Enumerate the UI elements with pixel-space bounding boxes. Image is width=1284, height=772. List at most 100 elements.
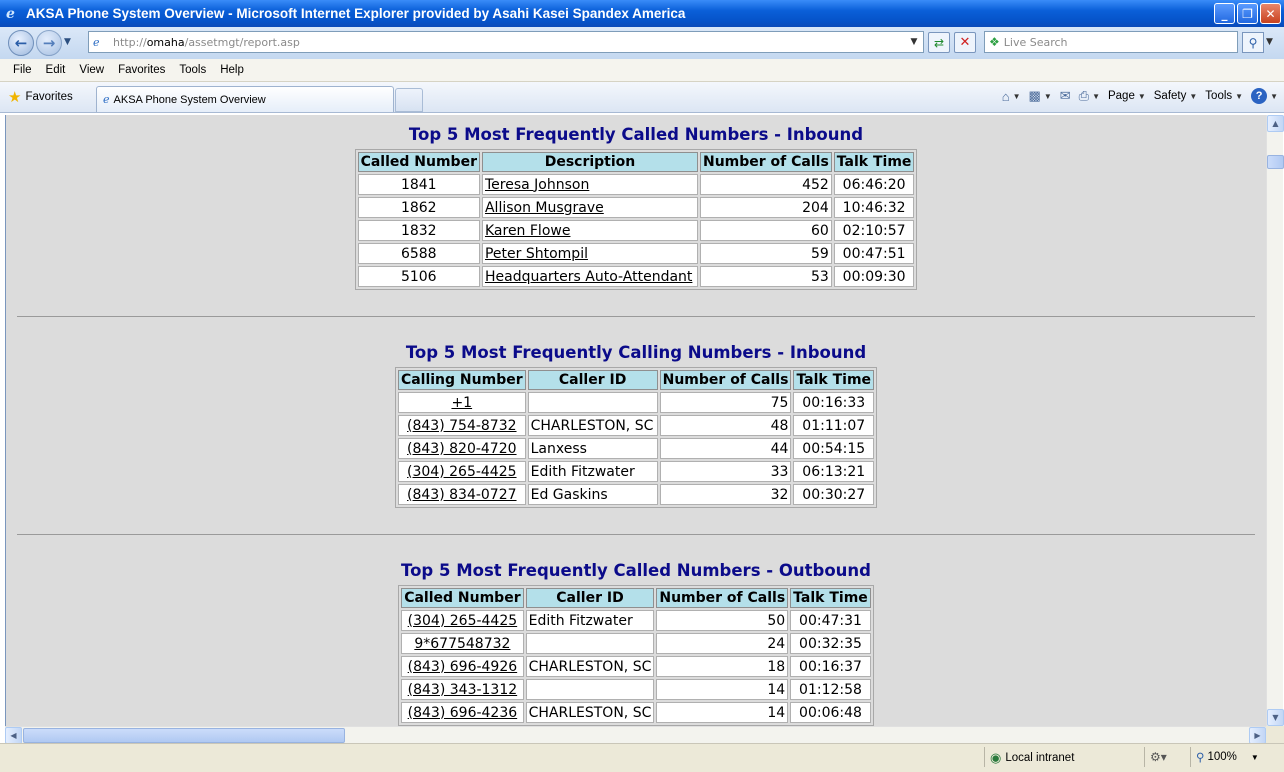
search-button[interactable]: ⚲	[1242, 32, 1264, 53]
chevron-right-icon: ▶	[1254, 731, 1261, 740]
tools-menu-button[interactable]: Tools ▼	[1205, 90, 1243, 102]
url-path: /assetmgt/report.asp	[184, 35, 300, 49]
menu-tools[interactable]: Tools	[172, 64, 213, 76]
search-options-dropdown[interactable]: ▼	[1266, 37, 1273, 47]
column-header: Description	[481, 152, 698, 172]
table-cell: (843) 834-0727	[397, 484, 526, 505]
table-row: (843) 834-0727 Ed Gaskins 32 00:30:27	[397, 484, 875, 505]
search-input[interactable]: ❖ Live Search	[984, 31, 1238, 53]
zoom-icon: ⚲	[1196, 752, 1205, 764]
section-title: Top 5 Most Frequently Called Numbers - I…	[408, 125, 864, 144]
horizontal-scrollbar[interactable]: ◀ ▶	[5, 726, 1266, 744]
section-title: Top 5 Most Frequently Calling Numbers - …	[405, 343, 867, 362]
refresh-button[interactable]: ⇄	[928, 32, 950, 53]
table-cell: (843) 696-4236	[401, 702, 524, 723]
table-cell: 53	[699, 266, 832, 287]
home-button[interactable]: ⌂ ▼	[1002, 89, 1021, 104]
phone-number-link[interactable]: 9*677548732	[414, 636, 510, 652]
page-content[interactable]: Top 5 Most Frequently Called Numbers - I…	[5, 115, 1266, 726]
table-cell: 14	[656, 702, 789, 723]
chevron-down-icon: ▼	[1250, 752, 1259, 762]
table-cell: 00:09:30	[833, 266, 915, 287]
table-header-row: Calling Number Caller ID Number of Calls…	[397, 370, 875, 390]
zoom-control[interactable]: ⚲ 100% ▼	[1196, 750, 1259, 764]
phone-number-link[interactable]: (843) 834-0727	[407, 487, 517, 503]
column-header: Talk Time	[790, 588, 871, 608]
column-header: Number of Calls	[699, 152, 832, 172]
report-section-called-outbound: Top 5 Most Frequently Called Numbers - O…	[6, 561, 1266, 726]
table-cell: (304) 265-4425	[401, 610, 524, 631]
table-cell: 32	[659, 484, 792, 505]
phone-number-link[interactable]: (843) 696-4236	[408, 705, 518, 721]
chevron-up-icon: ▲	[1272, 119, 1279, 128]
report-table: Called Number Description Number of Call…	[354, 149, 918, 290]
table-cell: (304) 265-4425	[397, 461, 526, 482]
table-cell: Allison Musgrave	[481, 197, 698, 218]
mail-icon: ✉	[1059, 88, 1071, 103]
table-cell: 10:46:32	[833, 197, 915, 218]
address-input[interactable]: e http://omaha/assetmgt/report.asp ▼	[88, 31, 924, 53]
restore-button[interactable]: ❐	[1237, 3, 1258, 24]
table-cell: 33	[659, 461, 792, 482]
search-placeholder: Live Search	[1003, 35, 1068, 49]
safety-menu-button[interactable]: Safety ▼	[1154, 90, 1198, 102]
phone-number-link[interactable]: (304) 265-4425	[408, 613, 518, 629]
menu-favorites[interactable]: Favorites	[111, 64, 172, 76]
chevron-down-icon: ▼	[1235, 91, 1244, 101]
forward-button[interactable]: →	[36, 30, 62, 56]
table-cell	[527, 392, 658, 413]
forward-arrow-icon: →	[42, 34, 56, 52]
table-cell: 00:54:15	[793, 438, 875, 459]
scroll-up-button[interactable]: ▲	[1267, 115, 1284, 132]
protected-mode-icon[interactable]: ⚙▾	[1150, 750, 1167, 764]
back-button[interactable]: ←	[8, 30, 34, 56]
phone-number-link[interactable]: (304) 265-4425	[407, 464, 517, 480]
description-link[interactable]: Teresa Johnson	[485, 177, 589, 193]
vertical-scrollbar[interactable]: ▲ ▼	[1266, 115, 1284, 726]
report-section-calling-inbound: Top 5 Most Frequently Calling Numbers - …	[6, 343, 1266, 508]
horizontal-scroll-thumb[interactable]	[23, 728, 345, 743]
menu-help[interactable]: Help	[213, 64, 251, 76]
phone-number-link[interactable]: (843) 696-4926	[408, 659, 518, 675]
help-button[interactable]: ? ▼	[1251, 88, 1278, 104]
new-tab-button[interactable]	[395, 88, 423, 112]
scroll-right-button[interactable]: ▶	[1249, 727, 1266, 744]
description-link[interactable]: Headquarters Auto-Attendant	[485, 269, 692, 285]
table-cell: 204	[699, 197, 832, 218]
menu-file[interactable]: File	[6, 64, 39, 76]
chevron-down-icon: ▼	[1092, 91, 1100, 101]
phone-number-link[interactable]: (843) 754-8732	[407, 418, 517, 434]
home-icon: ⌂	[1001, 88, 1010, 104]
close-button[interactable]: ✕	[1260, 3, 1281, 24]
scroll-down-button[interactable]: ▼	[1267, 709, 1284, 726]
ie-logo-icon: e	[6, 5, 15, 22]
description-link[interactable]: Peter Shtompil	[485, 246, 588, 262]
table-cell: 01:12:58	[790, 679, 871, 700]
phone-number-link[interactable]: (843) 343-1312	[408, 682, 518, 698]
menu-view[interactable]: View	[72, 64, 111, 76]
stop-button[interactable]: ✕	[954, 32, 976, 53]
favorites-button[interactable]: ★ Favorites	[8, 88, 73, 106]
rss-feed-icon: ▩	[1028, 88, 1041, 103]
table-cell: Lanxess	[527, 438, 658, 459]
table-row: (843) 754-8732 CHARLESTON, SC 48 01:11:0…	[397, 415, 875, 436]
menu-edit[interactable]: Edit	[39, 64, 73, 76]
page-menu-button[interactable]: Page ▼	[1108, 90, 1146, 102]
security-zone[interactable]: ◉ Local intranet	[990, 750, 1074, 766]
phone-number-link[interactable]: +1	[451, 395, 472, 411]
feeds-button[interactable]: ▩ ▼	[1029, 88, 1052, 104]
table-cell: Edith Fitzwater	[525, 610, 655, 631]
tab-active[interactable]: e AKSA Phone System Overview	[96, 86, 394, 112]
print-button[interactable]: ⎙ ▼	[1079, 88, 1100, 104]
status-divider	[984, 747, 985, 767]
table-cell: 452	[699, 174, 832, 195]
minimize-button[interactable]: _	[1214, 3, 1235, 24]
address-dropdown[interactable]: ▼	[907, 34, 921, 50]
scroll-left-button[interactable]: ◀	[5, 727, 22, 744]
recent-pages-dropdown[interactable]: ▼	[64, 37, 71, 47]
description-link[interactable]: Allison Musgrave	[485, 200, 604, 216]
mail-button[interactable]: ✉	[1060, 88, 1071, 104]
vertical-scroll-thumb[interactable]	[1267, 155, 1284, 169]
description-link[interactable]: Karen Flowe	[485, 223, 570, 239]
phone-number-link[interactable]: (843) 820-4720	[407, 441, 517, 457]
